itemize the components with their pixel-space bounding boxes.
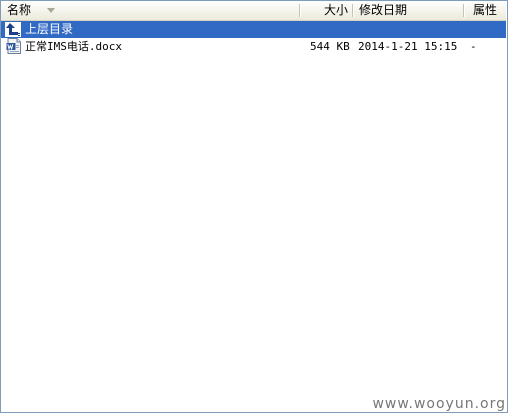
column-date-header[interactable]: 修改日期	[353, 1, 464, 20]
file-modified-date: 2014-1-21 15:15	[358, 40, 458, 53]
column-header: 名称 大小 修改日期 属性	[1, 1, 506, 21]
table-row[interactable]: 正常IMS电话.docx 544 KB 2014-1-21 15:15 -	[1, 38, 506, 55]
sort-down-icon	[47, 8, 55, 13]
column-attributes-header[interactable]: 属性	[464, 1, 506, 20]
watermark: www.wooyun.org	[372, 396, 506, 412]
file-attributes: -	[470, 40, 477, 53]
file-list-view	[0, 0, 508, 413]
column-size-label: 大小	[323, 3, 348, 17]
file-size: 544 KB	[310, 40, 350, 53]
file-name: 正常IMS电话.docx	[25, 40, 122, 53]
column-size-header[interactable]: 大小	[300, 1, 353, 20]
column-name-label: 名称	[7, 3, 32, 17]
parent-directory-row[interactable]: 上层目录	[1, 21, 506, 38]
column-attributes-label: 属性	[473, 3, 498, 17]
parent-directory-label: 上层目录	[25, 22, 74, 36]
column-date-label: 修改日期	[359, 3, 408, 17]
word-document-icon	[6, 38, 21, 54]
column-name-header[interactable]: 名称	[1, 1, 300, 20]
up-arrow-icon	[5, 22, 21, 37]
